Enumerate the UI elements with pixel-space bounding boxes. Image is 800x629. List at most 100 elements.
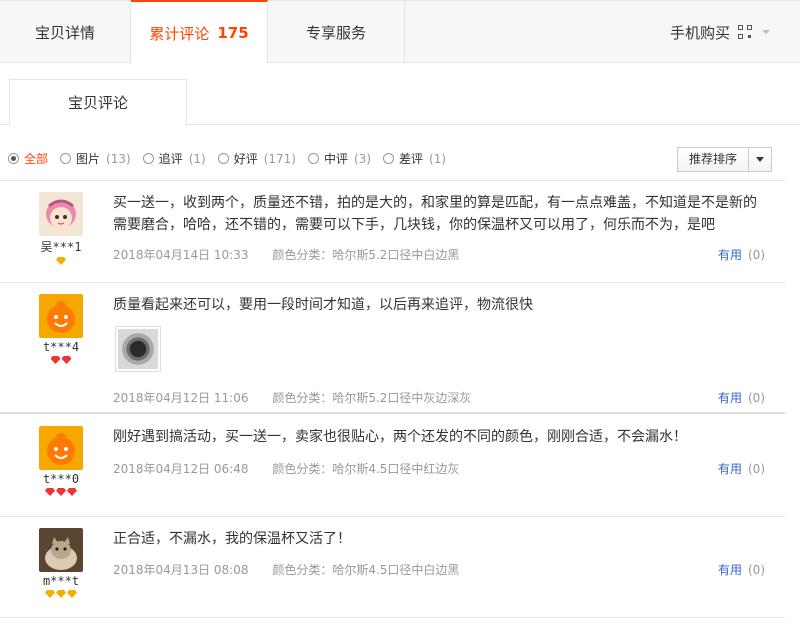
useful-label[interactable]: 有用 bbox=[718, 462, 742, 476]
chevron-down-icon bbox=[762, 30, 770, 34]
review-user: m***t bbox=[36, 528, 86, 598]
useful-label[interactable]: 有用 bbox=[718, 563, 742, 577]
username: 吴***1 bbox=[40, 240, 82, 254]
tab-item-reviews[interactable]: 宝贝评论 bbox=[9, 79, 187, 126]
review-sku: 颜色分类：哈尔斯5.2口径中灰边深灰 bbox=[272, 391, 472, 405]
filter-followup[interactable]: 追评 (1) bbox=[142, 150, 206, 167]
reviews-count: 175 bbox=[217, 24, 249, 42]
tab-label: 累计评论 bbox=[149, 24, 210, 43]
filter-count: (1) bbox=[429, 151, 447, 166]
user-level-badges bbox=[36, 257, 86, 265]
filter-positive[interactable]: 好评 (171) bbox=[217, 150, 296, 167]
radio-button[interactable] bbox=[307, 153, 319, 164]
filter-all[interactable]: 全部 bbox=[8, 150, 48, 167]
radio-button[interactable] bbox=[383, 153, 394, 164]
review-date: 2018年04月14日 10:33 bbox=[113, 248, 249, 262]
subtab-label: 宝贝评论 bbox=[67, 94, 128, 112]
tab-service[interactable]: 专享服务 bbox=[268, 1, 405, 63]
filter-label: 追评 bbox=[158, 152, 183, 166]
filter-label: 图片 bbox=[76, 152, 101, 166]
user-level-badges bbox=[36, 590, 86, 598]
review-meta: 2018年04月14日 10:33 颜色分类：哈尔斯5.2口径中白边黑 bbox=[113, 246, 459, 263]
useful-count: (0) bbox=[748, 462, 765, 476]
tab-label: 宝贝详情 bbox=[34, 23, 95, 42]
review-text: 正合适，不漏水，我的保温杯又活了！ bbox=[113, 531, 351, 547]
useful-button[interactable]: 有用 (0) bbox=[718, 561, 765, 578]
avatar[interactable] bbox=[39, 294, 83, 338]
user-level-badges bbox=[36, 488, 86, 496]
heart-icon bbox=[67, 488, 77, 496]
filter-label: 全部 bbox=[24, 152, 49, 166]
mobile-buy-label: 手机购买 bbox=[669, 23, 730, 42]
useful-button[interactable]: 有用 (0) bbox=[718, 389, 765, 406]
username: t***4 bbox=[42, 340, 80, 354]
review-user: 吴***1 bbox=[36, 192, 86, 265]
diamond-icon bbox=[67, 590, 77, 598]
useful-count: (0) bbox=[748, 563, 765, 577]
review-sku: 颜色分类：哈尔斯4.5口径中红边灰 bbox=[272, 462, 460, 476]
filter-label: 中评 bbox=[323, 152, 348, 166]
useful-count: (0) bbox=[748, 248, 765, 262]
useful-button[interactable]: 有用 (0) bbox=[718, 460, 765, 477]
filter-pictures[interactable]: 图片 (13) bbox=[60, 150, 131, 167]
avatar[interactable] bbox=[39, 192, 83, 236]
review-meta: 2018年04月12日 06:48 颜色分类：哈尔斯4.5口径中红边灰 bbox=[113, 460, 459, 477]
review-date: 2018年04月13日 08:08 bbox=[113, 563, 249, 577]
filter-label: 好评 bbox=[233, 152, 258, 166]
useful-count: (0) bbox=[748, 391, 765, 405]
qr-code-icon bbox=[738, 25, 752, 39]
user-level-badges bbox=[36, 356, 86, 364]
username: m***t bbox=[42, 574, 80, 588]
radio-button[interactable] bbox=[60, 153, 72, 164]
radio-button[interactable] bbox=[8, 153, 19, 164]
heart-icon bbox=[61, 356, 72, 364]
review-meta: 2018年04月13日 08:08 颜色分类：哈尔斯4.5口径中白边黑 bbox=[113, 561, 459, 578]
review-item: m***t 正合适，不漏水，我的保温杯又活了！ 2018年04月13日 08:0… bbox=[0, 518, 785, 618]
tab-reviews[interactable]: 累计评论 175 bbox=[131, 0, 268, 64]
review-photo-thumbnail[interactable] bbox=[115, 326, 161, 372]
heart-icon bbox=[50, 356, 61, 364]
sort-label: 推荐排序 bbox=[678, 148, 749, 171]
useful-label[interactable]: 有用 bbox=[718, 391, 742, 405]
review-filter-bar: 全部 图片 (13) 追评 (1) 好评 (171) 中评 (3) 差评 (1)… bbox=[0, 137, 785, 181]
review-item: 吴***1 买一送一，收到两个，质量还不错，拍的是大的，和家里的算是匹配，有一点… bbox=[0, 182, 785, 283]
filter-neutral[interactable]: 中评 (3) bbox=[307, 150, 371, 167]
sort-dropdown[interactable]: 推荐排序 bbox=[677, 147, 772, 172]
heart-icon bbox=[56, 488, 66, 496]
mobile-buy-button[interactable]: 手机购买 bbox=[670, 1, 770, 63]
review-sku: 颜色分类：哈尔斯4.5口径中白边黑 bbox=[272, 563, 460, 577]
avatar[interactable] bbox=[39, 528, 83, 572]
review-sku: 颜色分类：哈尔斯5.2口径中白边黑 bbox=[272, 248, 460, 262]
filter-count: (13) bbox=[106, 151, 131, 166]
filter-negative[interactable]: 差评 (1) bbox=[383, 150, 446, 167]
avatar[interactable] bbox=[39, 426, 83, 470]
radio-button[interactable] bbox=[142, 153, 154, 164]
useful-button[interactable]: 有用 (0) bbox=[718, 246, 765, 263]
review-item: t***0 刚好遇到搞活动，买一送一，卖家也很贴心，两个还发的不同的颜色，刚刚合… bbox=[0, 416, 785, 517]
review-date: 2018年04月12日 06:48 bbox=[113, 462, 249, 476]
top-tab-bar: 宝贝详情 累计评论 175 专享服务 手机购买 bbox=[0, 0, 800, 64]
filter-count: (3) bbox=[354, 151, 371, 166]
review-text: 刚好遇到搞活动，买一送一，卖家也很贴心，两个还发的不同的颜色，刚刚合适，不会漏水… bbox=[113, 429, 687, 445]
filter-label: 差评 bbox=[399, 152, 424, 166]
review-date: 2018年04月12日 11:06 bbox=[113, 391, 249, 405]
review-user: t***4 bbox=[36, 294, 86, 364]
diamond-icon bbox=[45, 590, 55, 598]
radio-button[interactable] bbox=[217, 153, 229, 164]
username: t***0 bbox=[42, 472, 80, 486]
tab-item-detail[interactable]: 宝贝详情 bbox=[0, 1, 131, 63]
review-text: 质量看起来还可以，要用一段时间才知道，以后再来追评，物流很快 bbox=[113, 297, 533, 313]
review-user: t***0 bbox=[36, 426, 86, 496]
filter-count: (171) bbox=[263, 151, 296, 166]
useful-label[interactable]: 有用 bbox=[718, 248, 742, 262]
filter-count: (1) bbox=[188, 151, 206, 166]
subtab-row: 宝贝评论 bbox=[0, 79, 800, 126]
diamond-icon bbox=[56, 257, 66, 265]
review-item: t***4 质量看起来还可以，要用一段时间才知道，以后再来追评，物流很快 201… bbox=[0, 284, 785, 414]
review-meta: 2018年04月12日 11:06 颜色分类：哈尔斯5.2口径中灰边深灰 bbox=[113, 389, 471, 406]
diamond-icon bbox=[56, 590, 66, 598]
tab-label: 专享服务 bbox=[305, 23, 366, 42]
dropdown-arrow-icon[interactable] bbox=[749, 157, 771, 162]
heart-icon bbox=[45, 488, 55, 496]
review-text: 买一送一，收到两个，质量还不错，拍的是大的，和家里的算是匹配，有一点点难盖，不知… bbox=[113, 195, 757, 233]
